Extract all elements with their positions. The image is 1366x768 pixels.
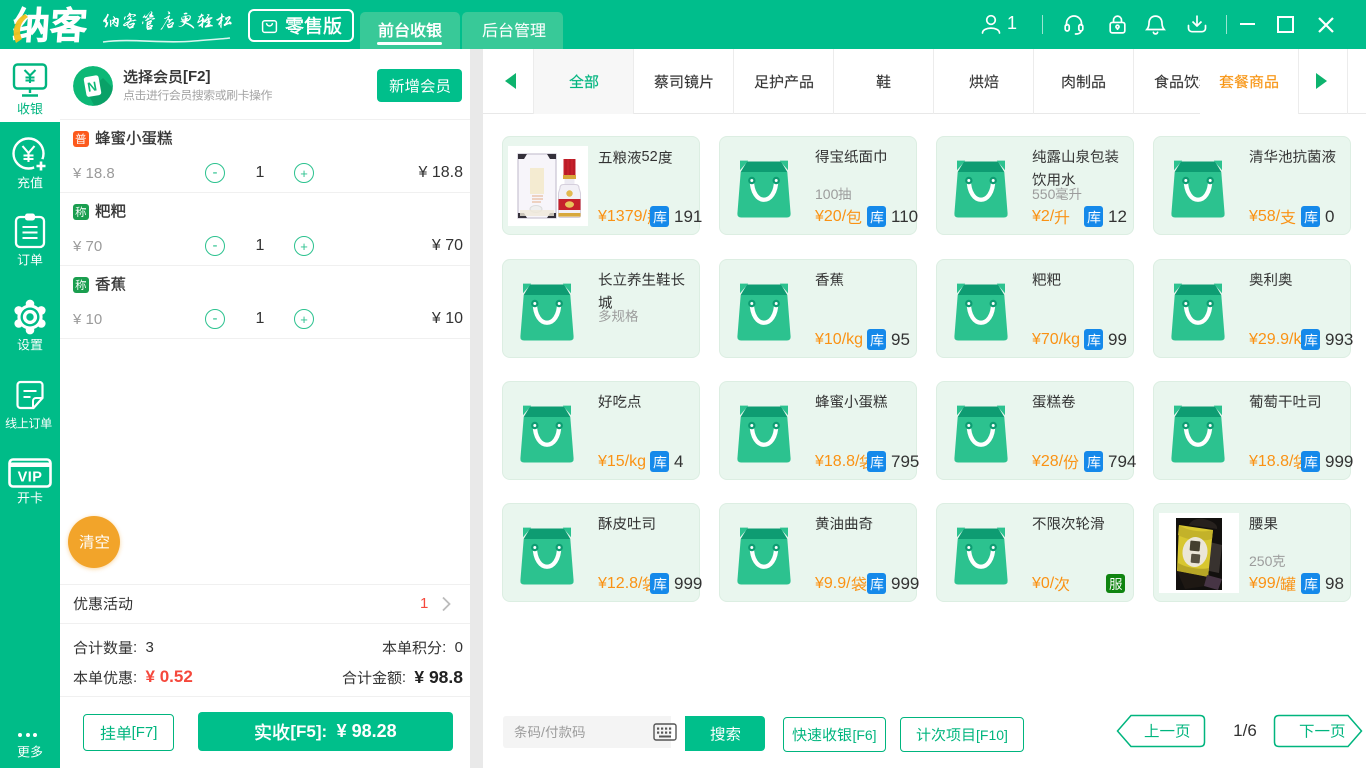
svg-text:VIP: VIP [18, 470, 43, 486]
